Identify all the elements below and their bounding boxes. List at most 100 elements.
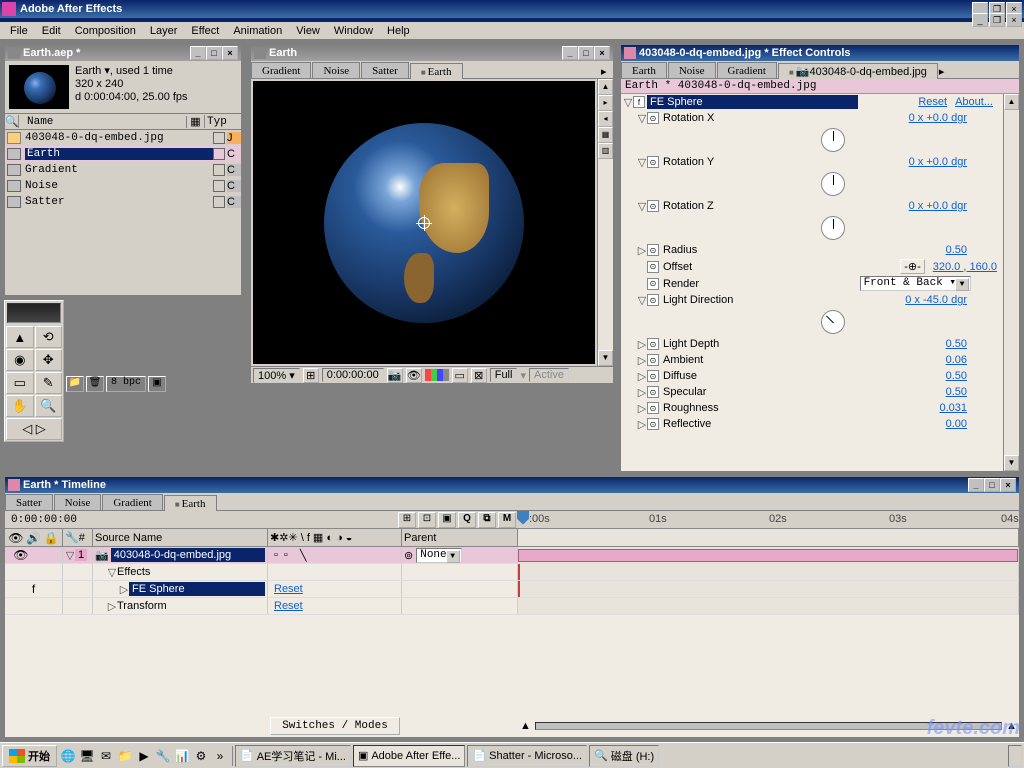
scroll-down-button[interactable]: ▼ (598, 350, 613, 366)
tab-satter[interactable]: Satter (5, 494, 53, 510)
layer-bar[interactable] (518, 549, 1018, 562)
parent-dropdown[interactable]: None (416, 548, 461, 563)
col-type[interactable]: Typ (205, 116, 241, 128)
tab-gradient[interactable]: Gradient (717, 62, 777, 78)
param-value[interactable]: 0 x +0.0 dgr (905, 200, 971, 212)
rotation-dial[interactable] (821, 128, 845, 152)
tab-noise[interactable]: Noise (54, 494, 102, 510)
mdi-restore-button[interactable]: ❐ (989, 13, 1005, 27)
twirl-icon[interactable]: ▽ (637, 156, 647, 169)
tl-tool-button[interactable]: Q (458, 512, 476, 528)
tab-gradient[interactable]: Gradient (102, 494, 162, 510)
scroll-down-button[interactable]: ▼ (1004, 455, 1019, 471)
tab-earth[interactable]: Earth (164, 495, 217, 511)
zoom-tool[interactable]: 🔍 (35, 395, 63, 417)
param-value[interactable]: 0.50 (942, 338, 971, 350)
trash-button[interactable]: 🗑 (86, 376, 104, 392)
reset-link[interactable]: Reset (270, 583, 307, 595)
ql-app-icon[interactable]: ▶ (135, 746, 153, 766)
list-item[interactable]: Gradient C (5, 162, 241, 178)
comp-close-button[interactable]: × (594, 46, 610, 60)
nav-button[interactable]: ◂ (598, 111, 613, 127)
comp-min-button[interactable]: _ (562, 46, 578, 60)
task-item[interactable]: 🔍磁盘 (H:) (589, 745, 659, 767)
stopwatch-icon[interactable]: ⊙ (647, 370, 659, 382)
tl-tool-button[interactable]: ⊞ (398, 512, 416, 528)
tab-noise[interactable]: Noise (668, 62, 716, 78)
current-time[interactable]: 0:00:00:00 (5, 512, 83, 528)
param-value[interactable]: 0.50 (942, 370, 971, 382)
stopwatch-icon[interactable]: ⊙ (647, 200, 659, 212)
rotation-dial[interactable] (821, 310, 845, 334)
ql-app-icon[interactable]: 📁 (116, 746, 134, 766)
twirl-icon[interactable]: ▽ (107, 566, 117, 579)
ql-app-icon[interactable]: 🔧 (154, 746, 172, 766)
item-swatch[interactable] (213, 132, 225, 144)
reset-link[interactable]: Reset (918, 96, 955, 108)
tab-noise[interactable]: Noise (312, 62, 360, 78)
menu-view[interactable]: View (290, 24, 326, 38)
layer-switches[interactable]: ▫▫╲ (268, 547, 402, 563)
tab-earth[interactable]: Earth (621, 62, 667, 78)
menu-help[interactable]: Help (381, 24, 416, 38)
ql-app-icon[interactable]: 📊 (173, 746, 191, 766)
safe-zones-button[interactable]: ⊞ (303, 368, 319, 383)
scroll-up-button[interactable]: ▲ (598, 79, 613, 95)
mask-tool[interactable]: ▭ (6, 372, 34, 394)
channel-buttons[interactable] (425, 369, 449, 381)
tab-image[interactable]: 📷403048-0-dq-embed.jpg (778, 63, 938, 79)
stopwatch-icon[interactable]: ⊙ (647, 112, 659, 124)
reset-link[interactable]: Reset (270, 600, 307, 612)
rotation-dial[interactable] (821, 216, 845, 240)
start-button[interactable]: 开始 (2, 745, 57, 767)
twirl-icon[interactable]: ▽ (637, 112, 647, 125)
anchor-crosshair-icon[interactable] (416, 215, 432, 231)
item-swatch[interactable] (213, 196, 225, 208)
param-value[interactable]: 0.06 (942, 354, 971, 366)
menu-layer[interactable]: Layer (144, 24, 184, 38)
tab-satter[interactable]: Satter (361, 62, 409, 78)
task-item[interactable]: ▣Adobe After Effe... (353, 745, 466, 767)
rotate-tool[interactable]: ⟲ (35, 326, 63, 348)
twirl-icon[interactable]: ▷ (637, 338, 647, 351)
layer-sub-row[interactable]: f ▷FE Sphere Reset (5, 581, 1019, 598)
source-name-header[interactable]: Source Name (93, 529, 268, 546)
stopwatch-icon[interactable]: ⊙ (647, 294, 659, 306)
bin-folder-button[interactable]: 📁 (66, 376, 84, 392)
param-value[interactable]: 0 x -45.0 dgr (901, 294, 971, 306)
param-value[interactable]: 0 x +0.0 dgr (905, 112, 971, 124)
about-link[interactable]: About... (955, 96, 1001, 108)
list-item[interactable]: Earth C (5, 146, 241, 162)
track-tool[interactable]: ✥ (35, 349, 63, 371)
project-min-button[interactable]: _ (190, 46, 206, 60)
stopwatch-icon[interactable]: ⊙ (647, 402, 659, 414)
bpc-button[interactable]: 8 bpc (106, 376, 146, 392)
pen-tool[interactable]: ✎ (35, 372, 63, 394)
tabs-menu-button[interactable]: ▸ (601, 65, 613, 78)
item-swatch[interactable] (213, 180, 225, 192)
stopwatch-icon[interactable]: ⊙ (647, 156, 659, 168)
project-max-button[interactable]: □ (206, 46, 222, 60)
effects-titlebar[interactable]: 403048-0-dq-embed.jpg * Effect Controls (621, 45, 1019, 61)
rotation-dial[interactable] (821, 172, 845, 196)
param-value[interactable]: 0.031 (935, 402, 971, 414)
ql-more-icon[interactable]: » (211, 746, 229, 766)
hand-tool[interactable]: ✋ (6, 395, 34, 417)
timeline-min-button[interactable]: _ (968, 478, 984, 492)
ql-app-icon[interactable]: ⚙ (192, 746, 210, 766)
mdi-minimize-button[interactable]: _ (972, 13, 988, 27)
mdi-close-button[interactable]: × (1006, 13, 1022, 27)
pickwhip-icon[interactable]: ⊚ (404, 549, 413, 562)
param-value[interactable]: 0.00 (942, 418, 971, 430)
twirl-icon[interactable]: ▷ (637, 418, 647, 431)
stopwatch-icon[interactable]: ⊙ (647, 338, 659, 350)
ql-desktop-icon[interactable]: 🖥 (78, 746, 96, 766)
show-snapshot-button[interactable]: 👁 (406, 368, 422, 383)
list-item[interactable]: 403048-0-dq-embed.jpg J (5, 130, 241, 146)
region-button[interactable]: ▭ (452, 368, 468, 383)
timeline-titlebar[interactable]: Earth * Timeline _ □ × (5, 477, 1019, 493)
stopwatch-icon[interactable]: ⊙ (647, 418, 659, 430)
zoom-in-icon[interactable]: ▲ (1006, 720, 1017, 732)
comp-time[interactable]: 0:00:00:00 (322, 368, 384, 382)
task-item[interactable]: 📄AE学习笔记 - Mi... (235, 745, 351, 767)
